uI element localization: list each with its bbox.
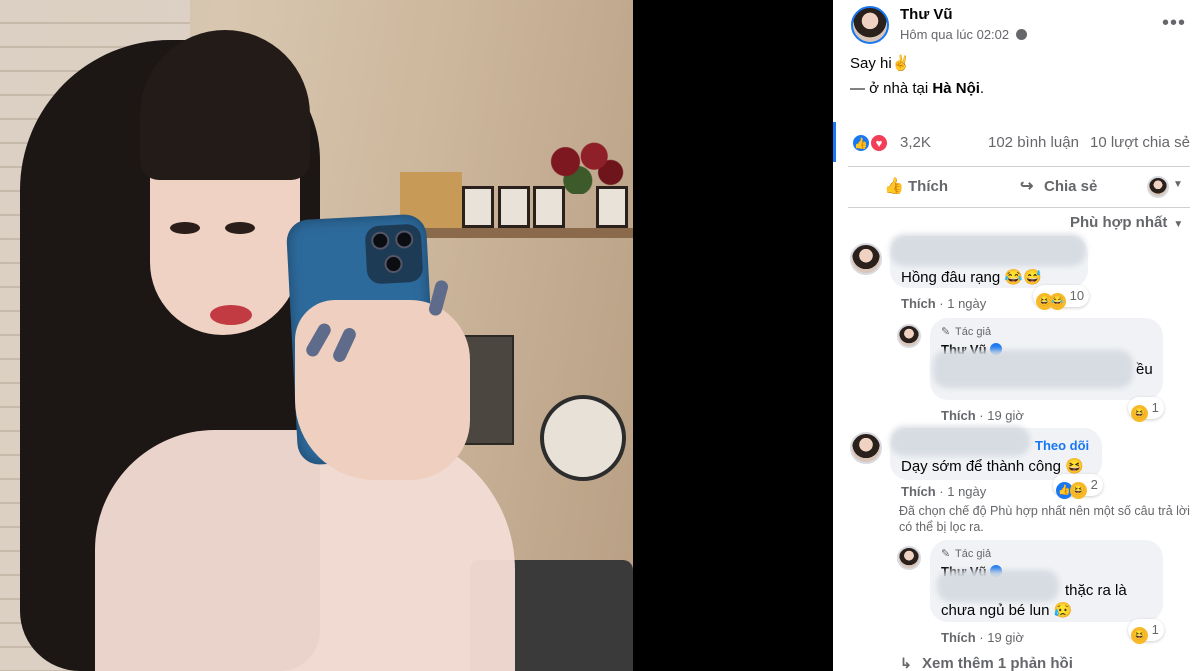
post-text: Say hi✌️ [850, 55, 911, 72]
desk-fan [540, 395, 626, 481]
reply-text: ều [1136, 361, 1153, 378]
eye [170, 222, 200, 234]
dress [95, 430, 515, 671]
photo-frame [462, 186, 494, 228]
commenter-avatar[interactable] [850, 243, 882, 275]
comment-meta: Thích · 1 ngày [901, 296, 987, 311]
comment-time[interactable]: 1 ngày [947, 296, 986, 311]
pen-icon: ✎ [941, 326, 951, 338]
caret-down-icon[interactable]: ▼ [1173, 179, 1183, 190]
globe-icon [1015, 29, 1027, 40]
redacted-text [933, 350, 1133, 388]
author-badge: ✎ Tác giả [941, 326, 992, 338]
comment-sort[interactable]: Phù hợp nhất ▼ [1070, 214, 1183, 231]
reply-arrow-icon: ↳ [900, 655, 912, 671]
redacted-name [890, 234, 1086, 266]
comment-meta: Thích · 1 ngày [901, 484, 987, 499]
audience-selector-avatar[interactable] [1147, 176, 1169, 198]
reply-avatar[interactable] [897, 324, 921, 348]
post-meta: Hôm qua lúc 02:02 [900, 27, 1027, 42]
comment-time[interactable]: 1 ngày [947, 484, 986, 499]
redacted-name [890, 426, 1030, 456]
reply-meta: Thích · 19 giờ [941, 630, 1024, 645]
post-panel: Thư Vũ Hôm qua lúc 02:02 ••• Say hi✌️ — … [833, 0, 1200, 671]
haha-icon: 😆 [1070, 482, 1087, 499]
reply-avatar[interactable] [897, 546, 921, 570]
comment-text: Hồng đâu rạng 😂😅 [901, 269, 1042, 286]
thumb-icon: 👍 [884, 178, 904, 195]
comment-reactions[interactable]: 👍 😆 2 [1053, 474, 1103, 499]
share-arrow-icon: ↪ [1020, 178, 1034, 195]
haha-icon: 😆 [1131, 405, 1148, 422]
author-badge: ✎ Tác giả [941, 548, 992, 560]
reply-time[interactable]: 19 giờ [987, 408, 1024, 423]
reply-like-link[interactable]: Thích [941, 630, 976, 645]
wall-shelf [395, 228, 633, 238]
follow-link[interactable]: Theo dõi [1035, 438, 1089, 453]
post-stats: 👍 ♥ 3,2K 102 bình luận 10 lượt chia sẻ [833, 122, 1200, 162]
caret-down-icon: ▼ [1173, 219, 1184, 230]
author-name[interactable]: Thư Vũ [900, 6, 953, 23]
reply-text-line-1: thặc ra là [1065, 582, 1127, 599]
like-button[interactable]: 👍 Thích [884, 167, 948, 207]
photo-frame [498, 186, 530, 228]
shares-count[interactable]: 10 lượt chia sẻ [1090, 134, 1190, 151]
reply-reactions[interactable]: 😆 1 [1128, 619, 1164, 644]
haha-icon: 😆 [1131, 627, 1148, 644]
author-avatar[interactable] [851, 6, 889, 44]
comment-like-link[interactable]: Thích [901, 484, 936, 499]
redacted-text [937, 570, 1059, 602]
rose-bouquet [545, 140, 627, 194]
lips [210, 305, 252, 325]
comments-count[interactable]: 102 bình luận [988, 134, 1079, 151]
pen-icon: ✎ [941, 548, 951, 560]
comment-reactions[interactable]: 😆😂 10 [1033, 285, 1090, 310]
filter-notice: Đã chọn chế độ Phù hợp nhất nên một số c… [899, 504, 1190, 534]
reply-meta: Thích · 19 giờ [941, 408, 1024, 423]
reply-reactions[interactable]: 😆 1 [1128, 397, 1164, 422]
love-icon[interactable]: ♥ [870, 134, 888, 152]
haha-icon: 😂 [1049, 293, 1066, 310]
post-time[interactable]: Hôm qua lúc 02:02 [900, 27, 1009, 42]
post-location: — ở nhà tại Hà Nội. [850, 80, 985, 97]
phone-camera [364, 223, 424, 285]
more-icon[interactable]: ••• [1162, 12, 1186, 35]
commenter-avatar[interactable] [850, 432, 882, 464]
post-photo[interactable] [0, 0, 633, 671]
post-actions: 👍 Thích ↪ Chia sẻ ▼ [848, 166, 1190, 208]
hair-top [140, 30, 310, 180]
reaction-count[interactable]: 3,2K [900, 134, 931, 151]
see-more-replies[interactable]: ↳ Xem thêm 1 phản hồi [900, 655, 1073, 671]
reply-time[interactable]: 19 giờ [987, 630, 1024, 645]
comment-like-link[interactable]: Thích [901, 296, 936, 311]
eye [225, 222, 255, 234]
like-icon[interactable]: 👍 [852, 134, 870, 152]
location-link[interactable]: Hà Nội [932, 80, 980, 97]
reply-like-link[interactable]: Thích [941, 408, 976, 423]
share-button[interactable]: ↪ Chia sẻ [1020, 167, 1097, 207]
reply-text-line-2: chưa ngủ bé lun 😥 [941, 602, 1073, 619]
comment-text: Dạy sớm để thành công 😆 [901, 458, 1084, 475]
